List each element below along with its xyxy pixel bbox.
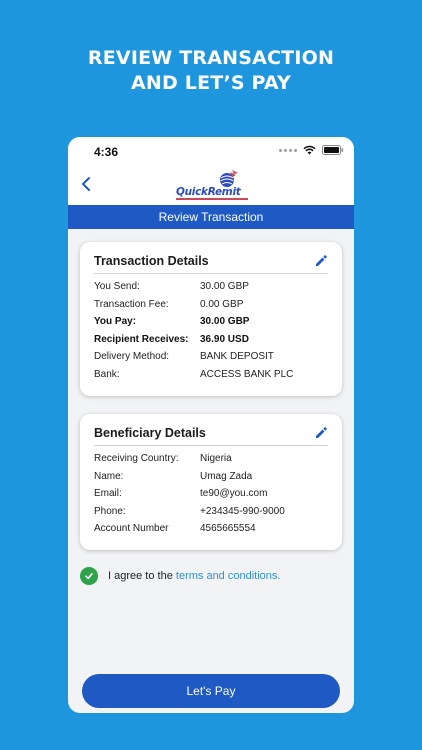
app-bar: QuickRemit — [68, 167, 354, 205]
signal-dots-icon — [279, 148, 297, 152]
detail-label: You Pay: — [94, 316, 137, 328]
beneficiary-details-card: Beneficiary Details Receiving Country: N… — [80, 414, 342, 550]
headline-line-2: AND LET’S PAY — [131, 72, 291, 94]
detail-value: te90@you.com — [200, 488, 268, 500]
terms-agreement: I agree to the terms and conditions. — [80, 567, 280, 585]
logo-tagline-bar — [176, 198, 248, 200]
headline: REVIEW TRANSACTION AND LET’S PAY — [0, 46, 422, 96]
detail-value: 30.00 GBP — [200, 281, 249, 293]
quickremit-logo: QuickRemit — [174, 170, 248, 202]
detail-value: 4565665554 — [200, 523, 256, 535]
terms-link[interactable]: terms and conditions. — [176, 570, 281, 582]
chevron-left-icon[interactable] — [78, 175, 96, 193]
page-title: Review Transaction — [158, 210, 264, 224]
beneficiary-details-title: Beneficiary Details — [94, 426, 206, 440]
detail-row-you-pay: You Pay: 30.00 GBP — [94, 313, 328, 331]
status-bar: 4:36 — [68, 137, 354, 167]
checkmark-icon — [85, 573, 93, 580]
status-time: 4:36 — [94, 145, 119, 159]
detail-row-recipient-receives: Recipient Receives: 36.90 USD — [94, 331, 328, 349]
transaction-details-header: Transaction Details — [94, 254, 328, 274]
detail-value: ACCESS BANK PLC — [200, 368, 294, 380]
detail-label: Delivery Method: — [94, 351, 170, 363]
detail-label: Account Number — [94, 523, 169, 535]
agree-text: I agree to the terms and conditions. — [108, 570, 280, 582]
detail-label: Recipient Receives: — [94, 333, 189, 345]
detail-row-bank: Bank: ACCESS BANK PLC — [94, 366, 328, 384]
beneficiary-details-header: Beneficiary Details — [94, 426, 328, 446]
edit-pencil-icon[interactable] — [314, 426, 328, 440]
detail-label: Transaction Fee: — [94, 298, 169, 310]
detail-value: 0.00 GBP — [200, 298, 244, 310]
detail-value: Nigeria — [200, 453, 232, 465]
detail-row-email: Email: te90@you.com — [94, 485, 328, 503]
detail-value: 30.00 GBP — [200, 316, 250, 328]
edit-pencil-icon[interactable] — [314, 254, 328, 268]
transaction-details-title: Transaction Details — [94, 254, 209, 268]
phone-screen: 4:36 QuickRemit Review Transaction Trans… — [68, 137, 354, 713]
detail-label: You Send: — [94, 281, 140, 293]
detail-value: BANK DEPOSIT — [200, 351, 274, 363]
detail-row-you-send: You Send: 30.00 GBP — [94, 278, 328, 296]
detail-row-receiving-country: Receiving Country: Nigeria — [94, 450, 328, 468]
logo-wordmark: QuickRemit — [176, 186, 241, 198]
detail-value: 36.90 USD — [200, 333, 249, 345]
detail-row-name: Name: Umag Zada — [94, 468, 328, 486]
detail-row-account-number: Account Number 4565665554 — [94, 520, 328, 538]
transaction-details-card: Transaction Details You Send: 30.00 GBP … — [80, 242, 342, 396]
page-title-bar: Review Transaction — [68, 205, 354, 229]
agree-checkbox[interactable] — [80, 567, 98, 585]
detail-label: Receiving Country: — [94, 453, 179, 465]
detail-row-phone: Phone: +234345-990-9000 — [94, 503, 328, 521]
battery-icon — [322, 145, 344, 155]
detail-label: Phone: — [94, 505, 126, 517]
detail-label: Name: — [94, 470, 124, 482]
detail-value: Umag Zada — [200, 470, 253, 482]
wifi-icon — [303, 145, 316, 155]
detail-row-transaction-fee: Transaction Fee: 0.00 GBP — [94, 296, 328, 314]
agree-prefix: I agree to the — [108, 570, 173, 582]
detail-label: Email: — [94, 488, 122, 500]
headline-line-1: REVIEW TRANSACTION — [87, 47, 335, 69]
detail-row-delivery-method: Delivery Method: BANK DEPOSIT — [94, 348, 328, 366]
detail-label: Bank: — [94, 368, 120, 380]
detail-value: +234345-990-9000 — [200, 505, 285, 517]
status-icons — [279, 145, 344, 155]
lets-pay-button[interactable]: Let's Pay — [82, 674, 340, 708]
